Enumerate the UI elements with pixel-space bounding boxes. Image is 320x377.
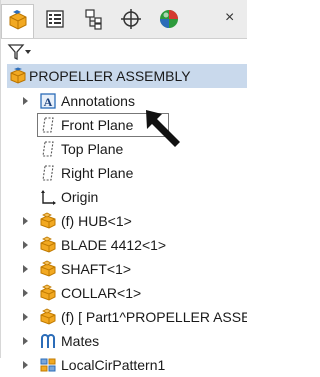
pointer-arrow-icon: [146, 110, 180, 147]
plane-icon: [42, 117, 54, 133]
displaymanager-tab[interactable]: [153, 4, 186, 34]
panel-tab-bar: ×: [1, 0, 247, 39]
tree-item-right-plane[interactable]: Right Plane: [1, 161, 247, 185]
expand-arrow-icon[interactable]: [21, 89, 31, 113]
tree-item-shaft[interactable]: SHAFT<1>: [1, 257, 247, 281]
crosshair-icon: [121, 9, 141, 29]
part-icon: [40, 284, 56, 301]
origin-icon: [41, 190, 56, 205]
configurationmanager-tab[interactable]: [77, 4, 110, 34]
plane-icon: [42, 141, 54, 157]
expand-arrow-icon[interactable]: [21, 329, 31, 353]
tree-item-top-plane[interactable]: Top Plane: [1, 137, 247, 161]
tree-root[interactable]: PROPELLER ASSEMBLY: [7, 64, 247, 88]
part-icon: [40, 236, 56, 253]
tree-item-label: Mates: [61, 333, 100, 349]
expand-arrow-icon[interactable]: [21, 305, 31, 329]
plane-icon: [42, 165, 54, 181]
filter-icon: [7, 44, 31, 61]
tree-item-label: Front Plane: [61, 117, 134, 133]
pattern-icon: [40, 358, 56, 372]
configurationmanager-icon: [85, 9, 102, 30]
expand-arrow-icon[interactable]: [21, 257, 31, 281]
part-icon: [40, 308, 56, 325]
mates-icon: [41, 334, 55, 348]
tree-root-label: PROPELLER ASSEMBLY: [29, 68, 191, 84]
assembly-icon: [10, 67, 26, 84]
tree-item-collar[interactable]: COLLAR<1>: [1, 281, 247, 305]
close-icon[interactable]: ×: [225, 9, 245, 29]
expand-arrow-icon[interactable]: [21, 209, 31, 233]
annotations-icon: A: [40, 93, 56, 109]
tree-item-label: BLADE 4412<1>: [61, 237, 167, 253]
svg-text:A: A: [44, 95, 53, 109]
tree-item-label: Top Plane: [61, 141, 124, 157]
featuremanager-tab[interactable]: [1, 4, 34, 38]
propertymanager-tab[interactable]: [39, 4, 72, 34]
propertymanager-icon: [46, 10, 64, 28]
tree-item-label: Annotations: [61, 93, 135, 109]
feature-manager-panel: × PROPELLER ASSEMBLY A Annotations Front…: [0, 0, 247, 373]
tree-item-blade[interactable]: BLADE 4412<1>: [1, 233, 247, 257]
part-icon: [40, 260, 56, 277]
tree-item-origin[interactable]: Origin: [1, 185, 247, 209]
featuremanager-icon: [9, 10, 27, 30]
tree-item-label: Origin: [61, 189, 99, 205]
tree-item-front-plane[interactable]: Front Plane: [1, 113, 247, 137]
expand-arrow-icon[interactable]: [21, 281, 31, 305]
tree-item-label: Right Plane: [61, 165, 134, 181]
tree-item-mates[interactable]: Mates: [1, 329, 247, 353]
appearance-sphere-icon: [160, 10, 178, 28]
filter-button[interactable]: [7, 42, 37, 64]
tree-item-label: (f) [ Part1^PROPELLER ASSE: [61, 309, 247, 325]
tree-item-part1[interactable]: (f) [ Part1^PROPELLER ASSE: [1, 305, 247, 329]
tree-item-annotations[interactable]: A Annotations: [1, 89, 247, 113]
tree-item-hub[interactable]: (f) HUB<1>: [1, 209, 247, 233]
dimxpertmanager-tab[interactable]: [115, 4, 148, 34]
part-icon: [40, 212, 56, 229]
tree-item-localcirpattern1[interactable]: LocalCirPattern1: [1, 353, 247, 377]
tree-item-label: (f) HUB<1>: [61, 213, 132, 229]
expand-arrow-icon[interactable]: [21, 233, 31, 257]
expand-arrow-icon[interactable]: [21, 353, 31, 377]
tree-item-label: COLLAR<1>: [61, 285, 142, 301]
tree-item-label: SHAFT<1>: [61, 261, 132, 277]
tree-item-label: LocalCirPattern1: [61, 357, 166, 373]
